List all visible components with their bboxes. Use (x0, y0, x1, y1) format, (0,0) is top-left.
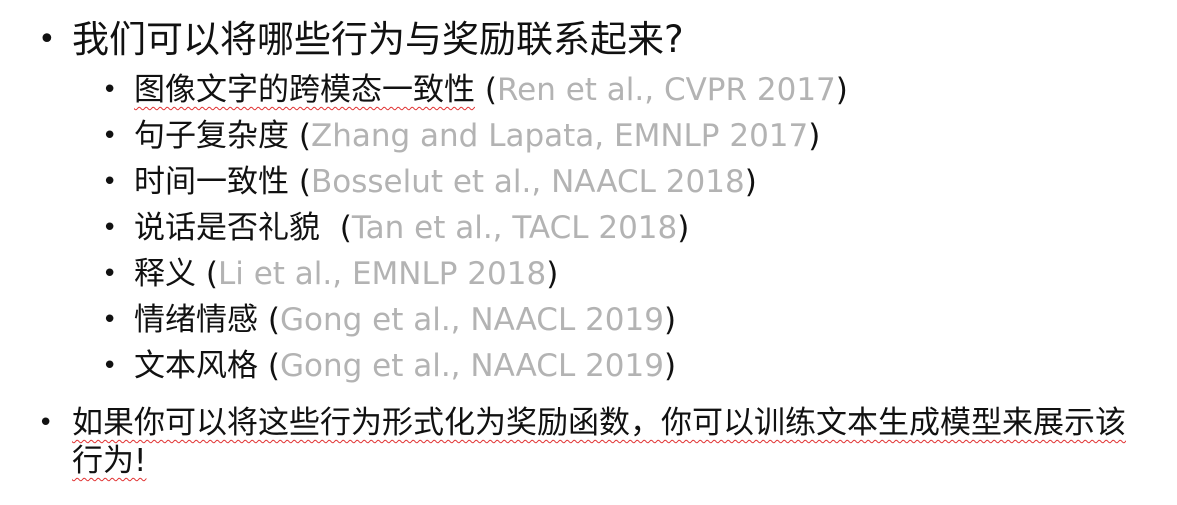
citation-close: ) (663, 302, 677, 338)
citation-close: ) (546, 256, 559, 292)
bullet-dot: • (102, 259, 118, 289)
citation: Ren et al., CVPR 2017 (496, 72, 836, 108)
citation: Bosselut et al., NAACL 2018 (310, 164, 745, 200)
citation: Gong et al., NAACL 2019 (279, 348, 664, 384)
behavior-label: 文本风格 (134, 348, 258, 384)
behavior-label: 句子复杂度 (134, 118, 289, 154)
citation: Li et al., EMNLP 2018 (217, 256, 547, 292)
slide: • 我们可以将哪些行为与奖励联系起来? • 图像文字的跨模态一致性 (Ren e… (0, 0, 1177, 505)
behavior-label: 图像文字的跨模态一致性 (134, 72, 475, 108)
citation-close: ) (808, 118, 821, 154)
citation-open: ( (298, 164, 311, 200)
citation-close: ) (677, 210, 690, 246)
citation-open: ( (484, 72, 497, 108)
bullet-dot: • (102, 121, 118, 151)
bullet-dot: • (102, 351, 118, 381)
citation-open: ( (339, 210, 352, 246)
citation-open: ( (298, 118, 311, 154)
citation-close: ) (835, 72, 848, 108)
citation-close: ) (663, 348, 677, 384)
question-text: 我们可以将哪些行为与奖励联系起来? (72, 18, 684, 61)
bullet-dot: • (102, 305, 118, 335)
bullet-dot: • (102, 75, 118, 105)
citation-open: ( (267, 302, 280, 338)
citation-open: ( (267, 348, 280, 384)
conclusion-text: 如果你可以将这些行为形式化为奖励函数，你可以训练文本生成模型来展示该行为! (72, 405, 1126, 479)
bullet-dot: • (102, 213, 118, 243)
bullet-dot: • (38, 22, 56, 57)
citation: Tan et al., TACL 2018 (351, 210, 678, 246)
behavior-label: 说话是否礼貌 (134, 210, 320, 246)
citation: Zhang and Lapata, EMNLP 2017 (310, 118, 809, 154)
bullet-dot: • (102, 167, 118, 197)
bullet-dot: • (38, 408, 54, 438)
citation-close: ) (744, 164, 757, 200)
citation: Gong et al., NAACL 2019 (279, 302, 664, 338)
behavior-label: 时间一致性 (134, 164, 289, 200)
behavior-label: 情绪情感 (134, 302, 258, 338)
citation-open: ( (205, 256, 218, 292)
behavior-label: 释义 (134, 256, 196, 292)
